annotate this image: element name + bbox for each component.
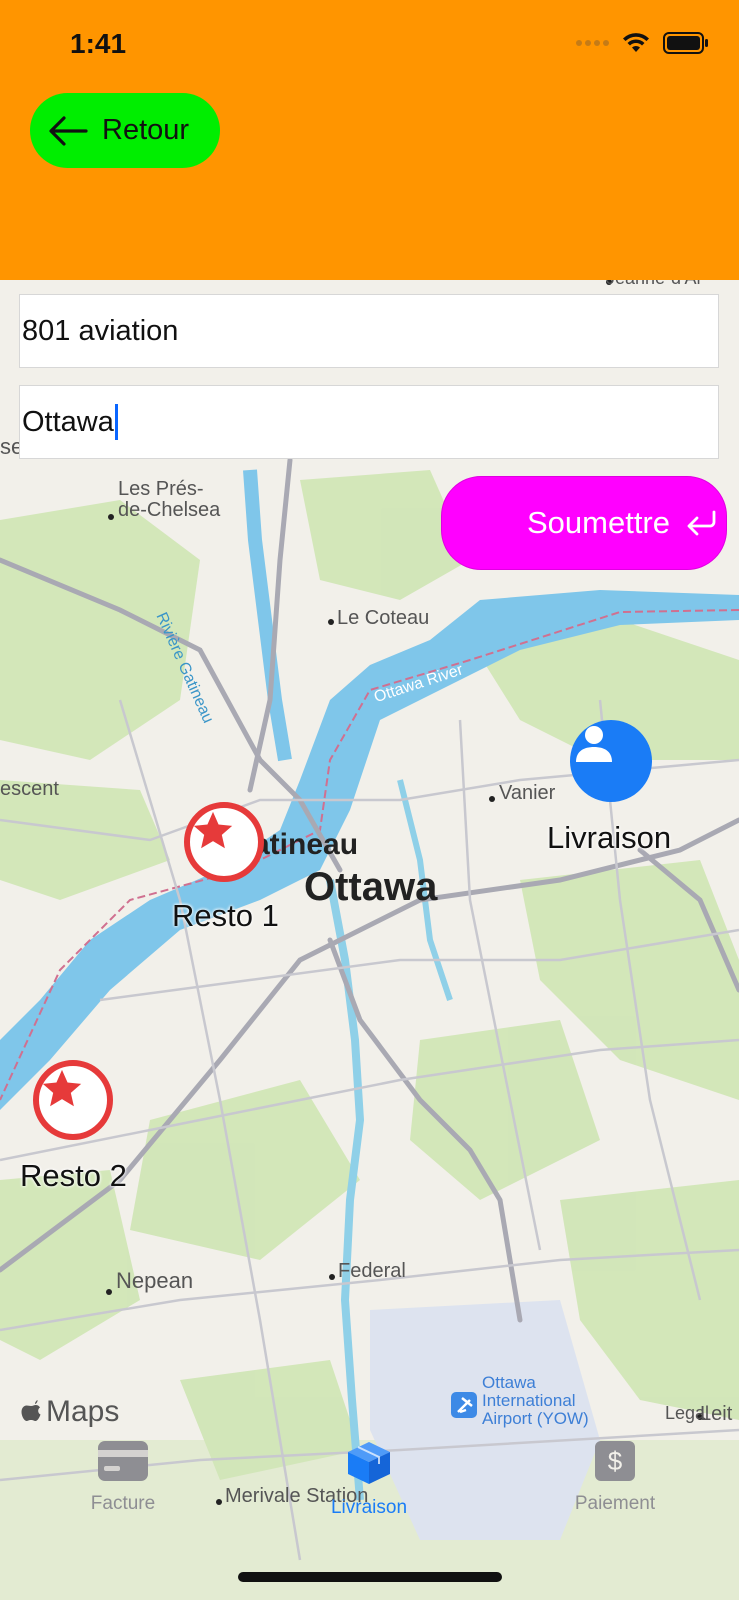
map-label-le-coteau: Le Coteau xyxy=(337,607,430,629)
cellular-signal-icon xyxy=(576,40,609,46)
map-label-airport-line3: Airport (YOW) xyxy=(482,1409,589,1428)
map-label-federal: Federal xyxy=(338,1260,406,1282)
map-label-les-pres: Les Prés- xyxy=(118,478,204,500)
credit-card-icon xyxy=(98,1441,148,1481)
map-label-nepean: Nepean xyxy=(116,1268,194,1293)
app-header: 1:41 Retour xyxy=(0,0,739,280)
map-label-airport: Ottawa International Airport (YOW) xyxy=(482,1374,589,1428)
tab-bar: Facture Livraison $ Paiement xyxy=(0,1440,739,1570)
apple-logo-icon xyxy=(21,1400,41,1421)
status-icons xyxy=(576,32,709,54)
submit-button[interactable]: Soumettre xyxy=(441,476,727,570)
submit-button-label: Soumettre xyxy=(526,505,670,540)
tab-facture[interactable]: Facture xyxy=(43,1440,203,1515)
city-field-value: Ottawa xyxy=(22,405,114,438)
map-label-crescent: escent xyxy=(0,778,59,800)
map-label-vanier: Vanier xyxy=(499,782,556,804)
star-icon xyxy=(193,811,233,849)
svg-text:$: $ xyxy=(608,1446,623,1476)
livraison-label: Livraison xyxy=(547,820,672,855)
map-label-gatineau: atineau xyxy=(253,828,359,861)
text-caret xyxy=(114,404,118,440)
arrow-left-icon xyxy=(49,115,88,146)
star-icon xyxy=(42,1069,82,1107)
status-time: 1:41 xyxy=(70,28,127,59)
resto-1-label: Resto 1 xyxy=(172,898,279,933)
resto-2-label: Resto 2 xyxy=(20,1158,127,1193)
maps-attribution[interactable]: Maps xyxy=(20,1395,119,1429)
tab-livraison[interactable]: Livraison xyxy=(289,1440,449,1519)
tab-paiement[interactable]: $ Paiement xyxy=(535,1440,695,1515)
legal-link[interactable]: Legal xyxy=(665,1403,709,1424)
resto-2-pin[interactable] xyxy=(33,1060,113,1140)
map-label-top-right: Jeanne-d'Ar xyxy=(606,280,703,289)
person-icon xyxy=(576,726,612,762)
home-indicator[interactable] xyxy=(238,1572,502,1582)
return-arrow-icon xyxy=(687,510,716,536)
livraison-pin[interactable] xyxy=(570,720,652,802)
back-button[interactable]: Retour xyxy=(30,93,220,168)
resto-1-pin[interactable] xyxy=(184,802,264,882)
maps-attribution-label: Maps xyxy=(46,1395,120,1428)
map-label-airport-line1: Ottawa xyxy=(482,1373,536,1392)
city-field[interactable]: Ottawa xyxy=(19,385,719,459)
shipping-box-icon xyxy=(348,1442,390,1484)
back-button-label: Retour xyxy=(102,114,190,146)
battery-icon xyxy=(663,32,708,54)
wifi-icon xyxy=(623,33,649,52)
dollar-sign-icon: $ xyxy=(595,1441,635,1481)
tab-livraison-label: Livraison xyxy=(330,1497,408,1518)
address-field[interactable]: 801 aviation xyxy=(19,294,719,368)
map-label-ottawa: Ottawa xyxy=(304,865,438,909)
address-field-value: 801 aviation xyxy=(22,314,179,347)
map-label-airport-line2: International xyxy=(482,1391,576,1410)
map-label-de-chelsea: de-Chelsea xyxy=(118,499,221,521)
tab-paiement-label: Paiement xyxy=(574,1493,656,1514)
tab-facture-label: Facture xyxy=(90,1493,156,1514)
